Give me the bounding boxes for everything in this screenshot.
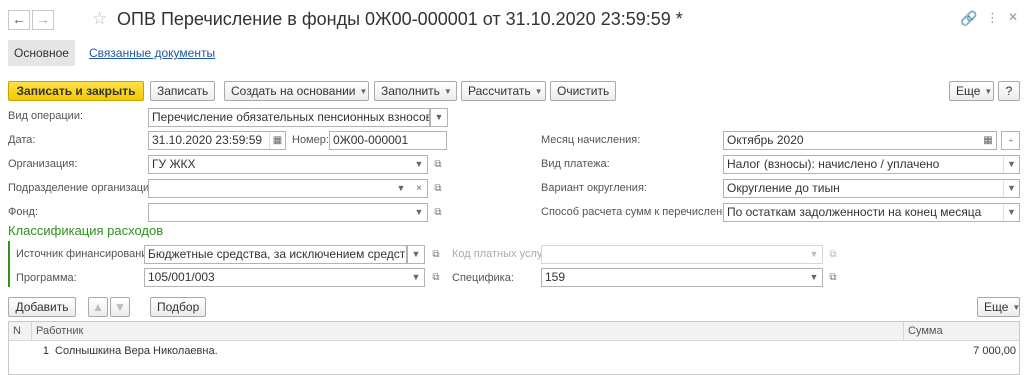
specifics-label: Специфика: [452,272,514,284]
chevron-down-icon: ▼ [984,87,993,96]
chevron-down-icon[interactable]: ▼ [393,180,409,197]
open-icon[interactable]: ⧉ [430,180,446,197]
close-icon[interactable]: ✕ [1008,10,1018,24]
table-more-button[interactable]: Еще ▼ [977,297,1020,317]
clear-button[interactable]: Очистить [550,81,616,101]
organization-label: Организация: [8,158,78,170]
funding-source-label: Источник финансирования: [16,248,157,260]
payment-type-select[interactable]: Налог (взносы): начислено / уплачено ▼ [723,155,1020,174]
arrow-right-icon: → [36,11,50,27]
fund-label: Фонд: [8,206,39,218]
chevron-down-icon: ▼ [1012,303,1021,312]
link-icon[interactable]: 🔗 [960,10,977,27]
chevron-down-icon: ▼ [534,87,543,96]
chevron-down-icon[interactable]: ▼ [411,156,427,173]
chevron-down-icon: ▼ [809,249,819,259]
row-number: 1 [42,345,49,357]
funding-source-select[interactable]: Бюджетные средства, за исключением средс… [144,245,407,264]
rounding-select[interactable]: Округление до тиын ▼ [723,179,1020,198]
move-down-button[interactable]: ▼ [110,297,130,317]
fund-field[interactable]: ▼ [148,203,428,222]
arrow-down-icon: ▼ [114,300,126,314]
accrual-month-label: Месяц начисления: [541,134,641,146]
calc-method-select[interactable]: По остаткам задолженности на конец месяц… [723,203,1020,222]
clear-icon[interactable]: × [411,180,427,197]
payment-type-label: Вид платежа: [541,158,610,170]
column-header-n[interactable]: N [13,322,21,341]
open-icon: ⧉ [829,249,837,260]
open-icon[interactable]: ⧉ [430,204,446,221]
specifics-field[interactable]: 159 ▼ [541,268,823,287]
table-row[interactable]: 1 Солнышкина Вера Николаевна. 7 000,00 [9,342,1019,361]
organization-field[interactable]: ГУ ЖКХ ▼ [148,155,428,174]
save-and-close-button[interactable]: Записать и закрыть [8,81,144,101]
forward-button[interactable]: → [32,10,54,30]
paid-services-code-field[interactable]: ▼ [541,245,823,264]
save-button[interactable]: Записать [150,81,215,101]
program-label: Программа: [16,272,77,284]
open-icon[interactable]: ⧉ [428,246,444,263]
open-icon[interactable]: ⧉ [428,269,444,286]
date-field[interactable]: 31.10.2020 23:59:59 ▦ [148,131,286,150]
calendar-icon[interactable]: ▦ [269,132,285,149]
number-field[interactable]: 0Ж00-000001 [329,131,447,150]
chevron-down-icon: ▼ [443,87,452,96]
operation-type-dropdown[interactable]: ▼ [430,108,448,127]
row-amount: 7 000,00 [973,345,1016,357]
chevron-down-icon[interactable]: ▼ [806,269,822,286]
tab-related-documents[interactable]: Связанные документы [89,46,215,60]
move-up-button[interactable]: ▲ [88,297,108,317]
calculate-button[interactable]: Рассчитать ▼ [461,81,546,101]
accrual-month-field[interactable]: Октябрь 2020 ▦ [723,131,997,150]
date-label: Дата: [8,134,36,146]
arrow-up-icon: ▲ [92,300,104,314]
open-icon[interactable]: ⧉ [430,156,446,173]
funding-source-dropdown[interactable]: ▼ [407,245,425,264]
calendar-icon[interactable]: ▦ [980,132,996,149]
operation-type-label: Вид операции: [8,110,84,122]
add-button[interactable]: Добавить [8,297,76,317]
chevron-down-icon[interactable]: ▼ [1003,180,1019,197]
open-icon[interactable]: ⧉ [825,269,841,286]
tab-main[interactable]: Основное [8,40,75,66]
chevron-down-icon[interactable]: ▼ [1003,156,1019,173]
column-header-amount[interactable]: Сумма [908,322,943,341]
subdivision-field[interactable]: ▼ × [148,179,428,198]
chevron-down-icon: ▼ [411,249,421,259]
section-divider [8,241,10,287]
favorite-star-icon[interactable]: ☆ [92,9,107,29]
more-vertical-icon[interactable]: ⋮ [986,10,999,26]
classification-title: Классификация расходов [8,223,164,238]
chevron-down-icon[interactable]: ▼ [1003,204,1019,221]
employees-table[interactable]: N Работник Сумма 1 Солнышкина Вера Никол… [8,321,1020,375]
column-divider [903,322,904,341]
stepper-icon: ÷ [1008,136,1014,145]
program-field[interactable]: 105/001/003 ▼ [144,268,425,287]
back-button[interactable]: ← [8,10,30,30]
chevron-down-icon[interactable]: ▼ [411,204,427,221]
window-title: ОПВ Перечисление в фонды 0Ж00-000001 от … [117,9,683,29]
rounding-label: Вариант округления: [541,182,647,194]
chevron-down-icon: ▼ [434,112,444,122]
help-button[interactable]: ? [998,81,1020,101]
column-header-employee[interactable]: Работник [36,322,83,341]
subdivision-label: Подразделение организации: [8,182,159,194]
chevron-down-icon: ▼ [359,87,368,96]
selection-button[interactable]: Подбор [150,297,206,317]
month-stepper[interactable]: ÷ [1001,131,1020,150]
row-employee: Солнышкина Вера Николаевна. [55,345,218,357]
paid-services-code-label: Код платных услуг: [452,248,550,260]
more-button[interactable]: Еще ▼ [949,81,994,101]
fill-button[interactable]: Заполнить ▼ [374,81,457,101]
create-basis-button[interactable]: Создать на основании ▼ [224,81,369,101]
arrow-left-icon: ← [12,11,26,27]
calc-method-label: Способ расчета сумм к перечислению: [541,206,740,218]
operation-type-select[interactable]: Перечисление обязательных пенсионных взн… [148,108,430,127]
table-header: N Работник Сумма [9,322,1019,341]
chevron-down-icon[interactable]: ▼ [408,269,424,286]
column-divider [31,322,32,341]
number-label: Номер: [292,134,329,146]
